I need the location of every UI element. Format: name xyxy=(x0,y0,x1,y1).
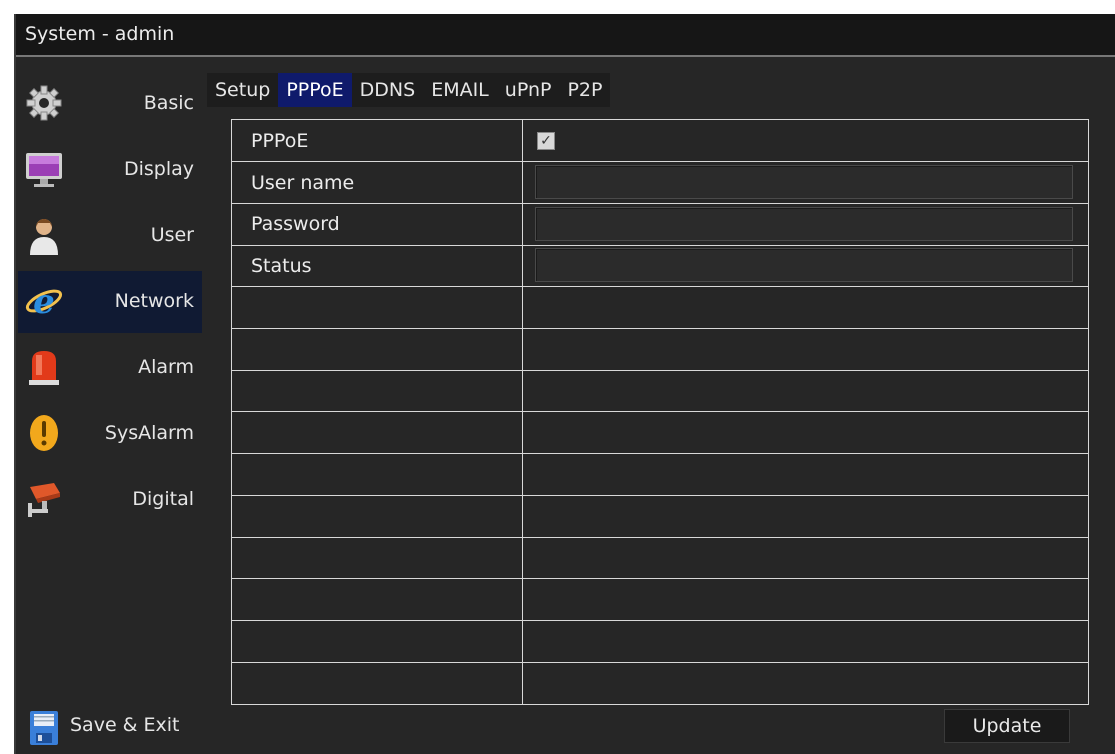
pppoe-label: PPPoE xyxy=(251,130,309,152)
row-divider xyxy=(232,578,1088,579)
sidebar-item-label: Digital xyxy=(132,488,194,510)
tab-p2p[interactable]: P2P xyxy=(559,73,610,107)
svg-text:e: e xyxy=(33,282,55,321)
gear-icon xyxy=(26,85,62,121)
tab-email[interactable]: EMAIL xyxy=(423,73,497,107)
username-label: User name xyxy=(251,172,355,194)
tab-setup[interactable]: Setup xyxy=(207,73,278,107)
row-divider xyxy=(232,203,1088,204)
row-divider xyxy=(232,620,1088,621)
sidebar-item-label: SysAlarm xyxy=(104,422,194,444)
tab-bar: Setup PPPoE DDNS EMAIL uPnP P2P xyxy=(207,73,611,107)
alarm-light-icon xyxy=(29,351,59,385)
row-divider xyxy=(232,537,1088,538)
tab-upnp[interactable]: uPnP xyxy=(497,73,560,107)
row-divider xyxy=(232,161,1088,162)
network-icon: e xyxy=(25,282,63,321)
row-divider xyxy=(232,286,1088,287)
pppoe-settings-table: PPPoE ✓ User name Password Status xyxy=(231,119,1089,705)
sidebar-item-label: Display xyxy=(123,158,194,180)
row-divider xyxy=(232,370,1088,371)
sidebar-item-basic[interactable]: Basic xyxy=(18,73,202,135)
row-divider xyxy=(232,328,1088,329)
window-title: System - admin xyxy=(25,23,175,45)
row-divider xyxy=(232,245,1088,246)
update-button[interactable]: Update xyxy=(944,709,1070,743)
row-divider xyxy=(232,411,1088,412)
tab-ddns[interactable]: DDNS xyxy=(352,73,424,107)
sidebar-item-display[interactable]: Display xyxy=(18,139,202,201)
save-exit-button[interactable]: Save & Exit xyxy=(18,704,202,752)
row-divider xyxy=(232,662,1088,663)
password-field[interactable] xyxy=(535,207,1073,241)
sidebar-item-user[interactable]: User xyxy=(18,205,202,267)
sidebar-item-label: Basic xyxy=(143,92,194,114)
user-icon xyxy=(30,219,58,255)
column-divider xyxy=(522,120,523,704)
sidebar-item-digital[interactable]: Digital xyxy=(18,469,202,531)
pppoe-enable-checkbox[interactable]: ✓ xyxy=(537,132,555,150)
camera-icon xyxy=(28,483,60,517)
status-label: Status xyxy=(251,255,312,277)
settings-window: System - admin Basic Display User e Netw… xyxy=(14,14,1115,754)
row-divider xyxy=(232,495,1088,496)
sidebar-item-label: Network xyxy=(114,290,194,312)
sidebar: Basic Display User e Network Alarm SysAl… xyxy=(16,57,204,754)
sidebar-item-network[interactable]: e Network xyxy=(18,271,202,333)
floppy-disk-icon xyxy=(30,711,58,745)
monitor-icon xyxy=(26,153,62,187)
sidebar-item-alarm[interactable]: Alarm xyxy=(18,337,202,399)
save-exit-label: Save & Exit xyxy=(70,714,180,736)
tab-pppoe[interactable]: PPPoE xyxy=(278,73,352,107)
username-field[interactable] xyxy=(535,165,1073,199)
title-bar: System - admin xyxy=(16,14,1115,57)
password-label: Password xyxy=(251,213,340,235)
row-divider xyxy=(232,453,1088,454)
sidebar-item-label: Alarm xyxy=(138,356,194,378)
sidebar-item-sysalarm[interactable]: SysAlarm xyxy=(18,403,202,465)
status-field xyxy=(535,248,1073,282)
sidebar-item-label: User xyxy=(150,224,194,246)
warning-icon xyxy=(30,415,58,451)
